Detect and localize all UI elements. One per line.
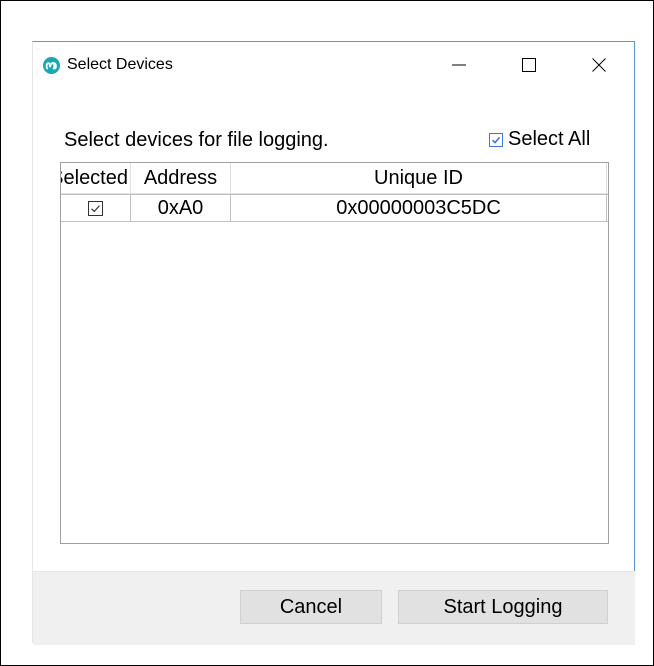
table-row[interactable]: 0xA0 0x00000003C5DC [61, 194, 608, 222]
title-bar[interactable]: Select Devices [33, 42, 634, 88]
window-title: Select Devices [67, 56, 173, 73]
row-unique-id-cell: 0x00000003C5DC [231, 195, 607, 221]
maxim-logo-icon [43, 57, 60, 74]
select-all-label: Select All [508, 128, 591, 150]
instruction-text: Select devices for file logging. [64, 129, 329, 151]
column-header-unique-id[interactable]: Unique ID [231, 163, 607, 193]
checkmark-icon [491, 136, 501, 144]
row-address-cell: 0xA0 [131, 195, 231, 221]
select-all-checkbox[interactable]: Select All [489, 128, 590, 151]
maximize-button[interactable] [506, 52, 552, 78]
table-header: Selected Address Unique ID [61, 163, 608, 194]
start-logging-button[interactable]: Start Logging [398, 590, 608, 624]
row-checkbox[interactable] [88, 200, 103, 216]
screenshot-frame: Select Devices Select devices for file l… [0, 0, 654, 666]
cancel-button[interactable]: Cancel [240, 590, 382, 624]
close-button[interactable] [576, 52, 622, 78]
dialog-footer: Cancel Start Logging [33, 571, 635, 645]
select-all-check-box[interactable] [489, 132, 503, 147]
maximize-icon [522, 58, 536, 72]
devices-table[interactable]: Selected Address Unique ID 0xA0 0x000000… [60, 162, 609, 544]
select-devices-dialog: Select Devices Select devices for file l… [32, 41, 635, 645]
minimize-icon [452, 64, 466, 66]
minimize-button[interactable] [436, 52, 482, 78]
checkmark-icon [91, 204, 100, 212]
row-selected-cell [61, 195, 131, 221]
column-header-selected[interactable]: Selected [61, 163, 131, 193]
close-icon [592, 58, 606, 72]
column-header-address[interactable]: Address [131, 163, 231, 193]
